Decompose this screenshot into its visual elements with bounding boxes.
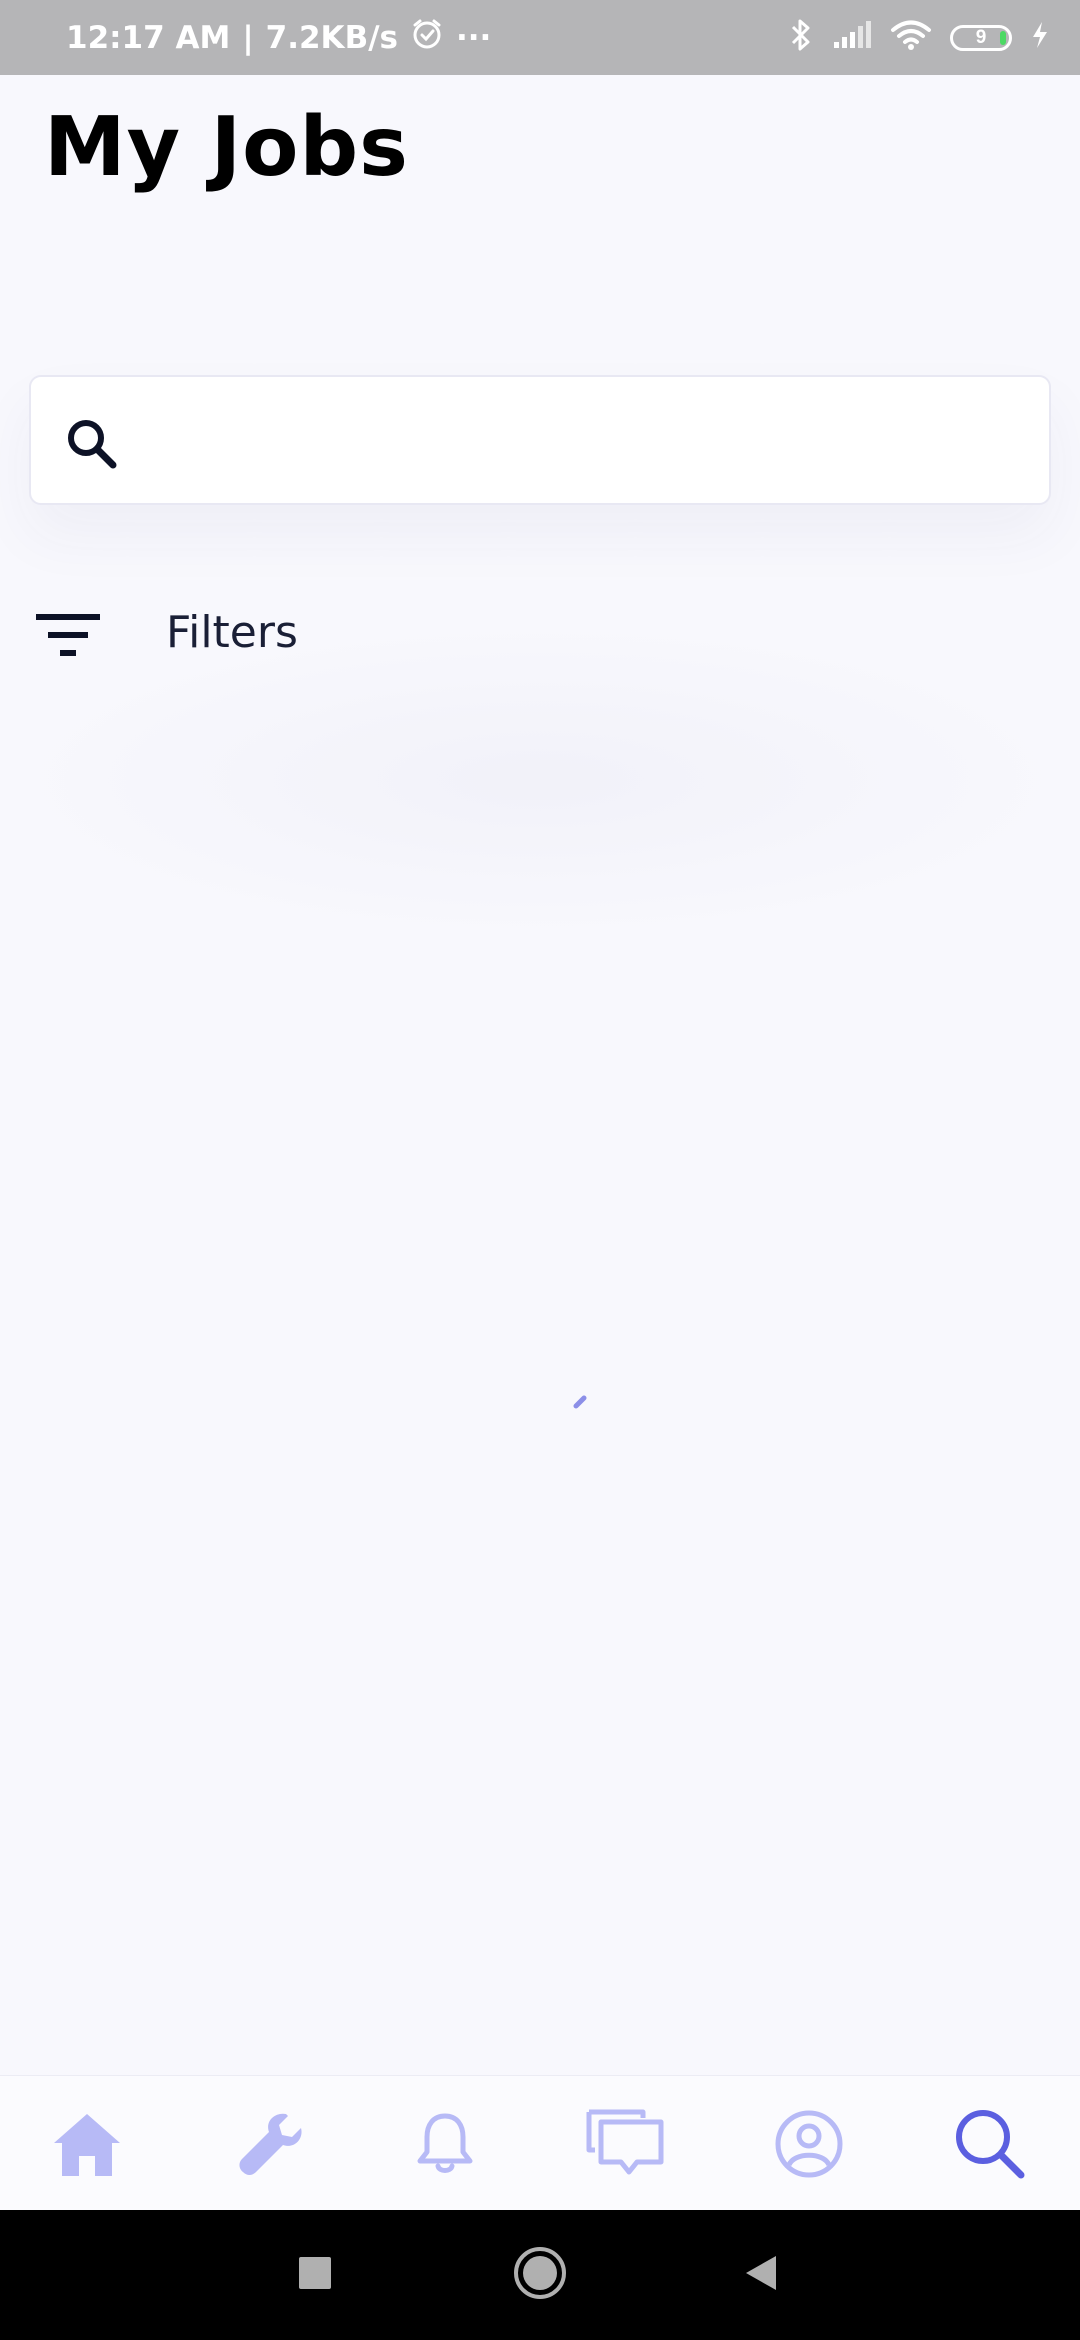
wrench-icon (234, 2108, 306, 2185)
search-input[interactable] (141, 397, 1025, 489)
circle-icon (513, 2246, 567, 2305)
square-icon (298, 2256, 332, 2295)
profile-icon (773, 2108, 845, 2185)
status-left: 12:17 AM | 7.2KB/s ··· (66, 0, 491, 75)
search-box[interactable] (29, 375, 1051, 505)
status-network-speed: 7.2KB/s (265, 19, 398, 56)
chat-icon (585, 2106, 665, 2187)
battery-fill (1000, 30, 1006, 45)
alarm-icon (410, 17, 444, 59)
nav-messages[interactable] (585, 2106, 665, 2186)
status-bar: 12:17 AM | 7.2KB/s ··· 9 (0, 0, 1080, 75)
search-icon (953, 2107, 1027, 2186)
status-time: 12:17 AM (66, 19, 231, 56)
loading-spinner (573, 1395, 587, 1409)
back-button[interactable] (732, 2245, 792, 2305)
wifi-icon (890, 19, 932, 56)
nav-profile[interactable] (769, 2106, 849, 2186)
home-system-button[interactable] (510, 2245, 570, 2305)
status-overflow: ··· (455, 19, 492, 56)
filter-shadow (0, 620, 1080, 940)
page-title: My Jobs (44, 100, 409, 195)
status-right: 9 (788, 0, 1050, 75)
system-nav-bar (0, 2210, 1080, 2340)
filter-icon (36, 606, 100, 660)
battery-level: 9 (975, 26, 987, 48)
bottom-nav (0, 2075, 1080, 2210)
recent-apps-button[interactable] (285, 2245, 345, 2305)
status-separator: | (242, 19, 254, 56)
battery-icon: 9 (950, 24, 1012, 51)
filters-label: Filters (166, 607, 298, 658)
back-triangle-icon (742, 2253, 782, 2298)
charging-icon (1030, 20, 1050, 55)
nav-notifications[interactable] (405, 2106, 485, 2186)
signal-icon (832, 20, 872, 55)
filters-button[interactable]: Filters (36, 600, 298, 665)
home-icon (51, 2108, 123, 2185)
nav-tools[interactable] (230, 2106, 310, 2186)
nav-home[interactable] (47, 2106, 127, 2186)
bluetooth-icon (788, 17, 814, 58)
search-icon (63, 415, 119, 471)
bell-icon (409, 2108, 481, 2185)
nav-search[interactable] (950, 2106, 1030, 2186)
